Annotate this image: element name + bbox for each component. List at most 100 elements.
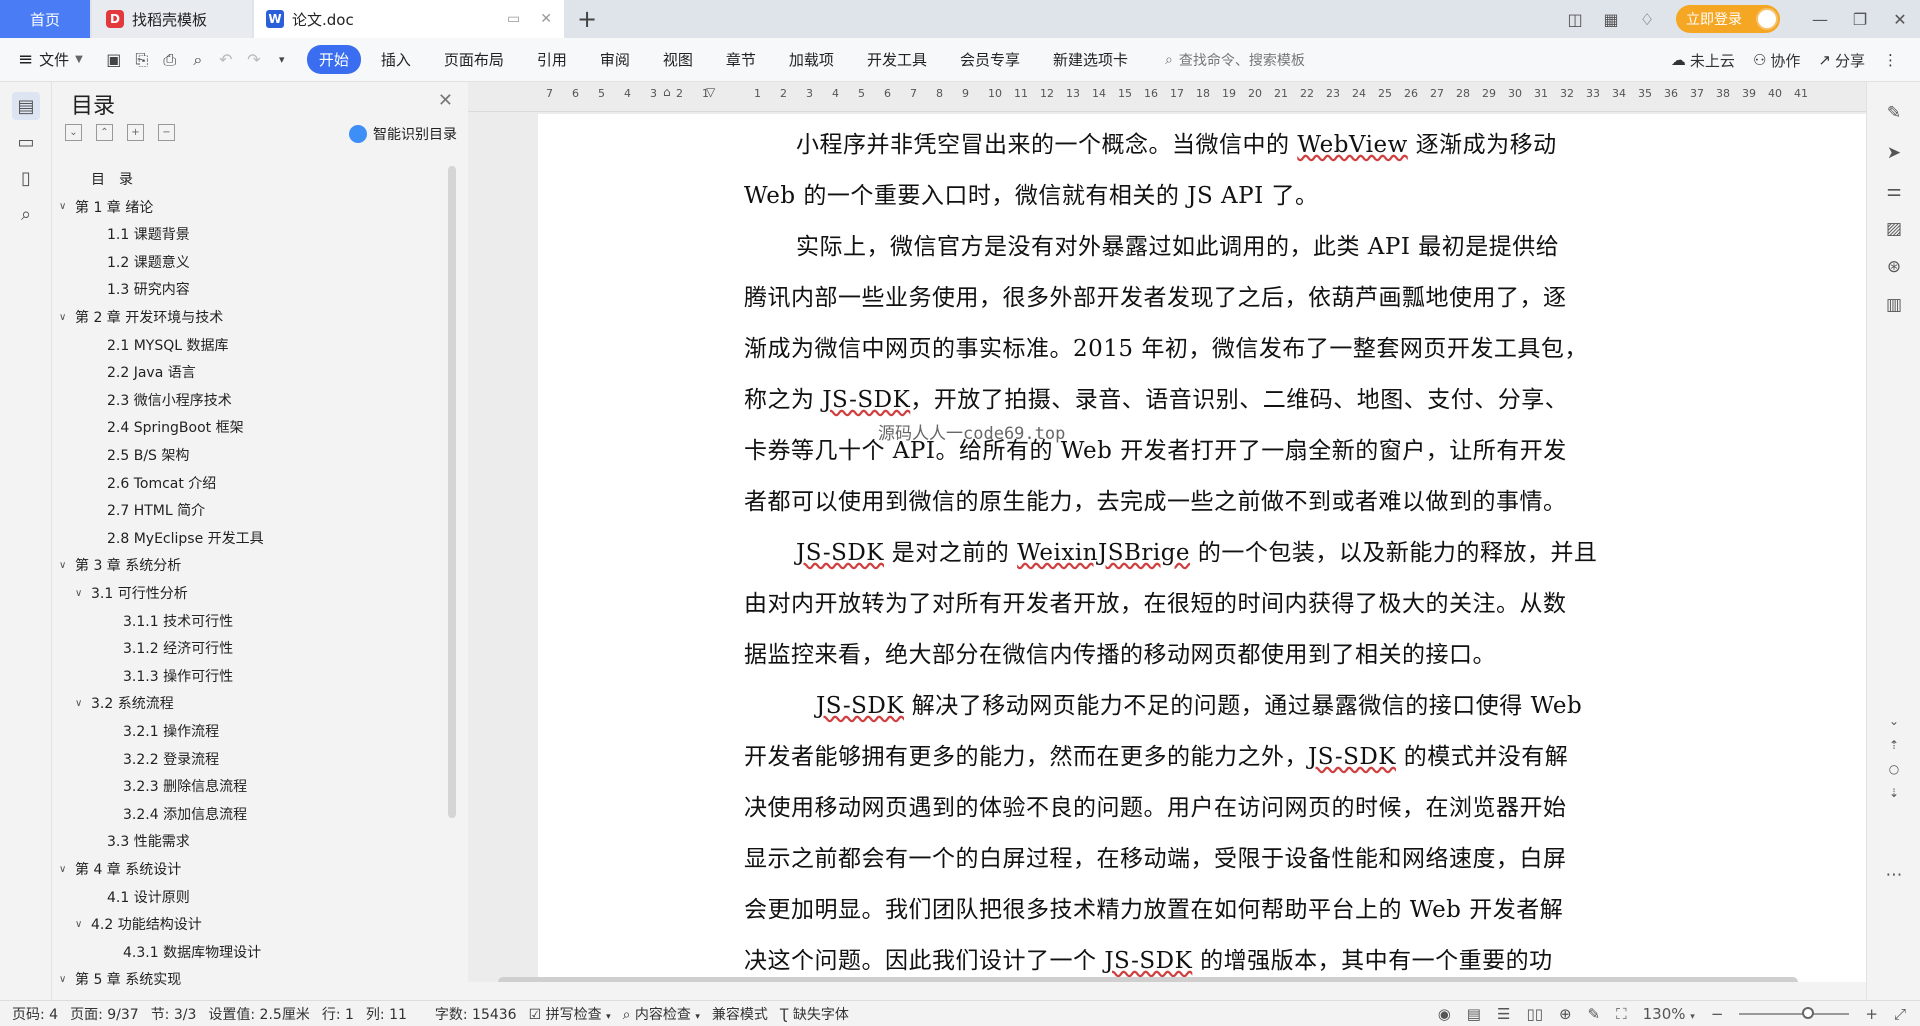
toc-item[interactable]: 1.3 研究内容 <box>107 276 190 302</box>
save-icon[interactable]: ▣ <box>105 50 123 69</box>
cursor-icon[interactable]: ➤ <box>1881 140 1907 166</box>
toc-item[interactable]: 3.2.4 添加信息流程 <box>123 801 247 827</box>
image-tool-icon[interactable]: ▨ <box>1881 216 1907 242</box>
toc-item[interactable]: ∨ 4.2 功能结构设计 <box>75 911 202 937</box>
chevron-down-icon[interactable]: ∨ <box>59 560 73 571</box>
restore-icon[interactable]: ❐ <box>1840 0 1880 38</box>
ribbon-tab-references[interactable]: 引用 <box>537 49 567 70</box>
document-page[interactable]: 小程序并非凭空冒出来的一个概念。当微信中的 WebView 逐渐成为移动 Web … <box>538 114 1866 982</box>
command-search-input[interactable]: ⌕ 查找命令、搜索模板 <box>1165 50 1305 70</box>
more-options-icon[interactable]: ⋮ <box>1883 51 1898 69</box>
login-button[interactable]: 立即登录 <box>1676 5 1780 33</box>
toc-scrollbar[interactable] <box>448 166 456 818</box>
missing-font-button[interactable]: Ʈ 缺失字体 <box>780 1004 849 1024</box>
toc-item[interactable]: ∨ 第 2 章 开发环境与技术 <box>59 304 223 330</box>
toc-item[interactable]: 3.1.1 技术可行性 <box>123 608 233 634</box>
ribbon-tab-home[interactable]: 开始 <box>306 45 361 74</box>
reader-icon[interactable]: ▥ <box>1881 292 1907 318</box>
toc-item[interactable]: 1.1 课题背景 <box>107 221 190 247</box>
spell-check-button[interactable]: ☑ 拼写检查 ▾ <box>529 1004 611 1024</box>
zoom-slider[interactable] <box>1739 1007 1850 1019</box>
tab-close-icon[interactable]: ✕ <box>540 11 552 27</box>
redo-icon[interactable]: ↷ <box>245 50 263 69</box>
scroll-down-icon[interactable]: ⌄ <box>1881 708 1907 734</box>
web-view-icon[interactable]: ⊕ <box>1559 1005 1572 1023</box>
status-page-number[interactable]: 页码: 4 <box>12 1004 58 1024</box>
prev-page-icon[interactable]: ⇡ <box>1881 732 1907 758</box>
add-heading-icon[interactable]: + <box>127 124 144 141</box>
toc-item[interactable]: 3.2.2 登录流程 <box>123 746 219 772</box>
toc-item[interactable]: 2.3 微信小程序技术 <box>107 387 232 413</box>
toc-item[interactable]: ∨ 第 5 章 系统实现 <box>59 966 181 992</box>
outline-view-icon[interactable]: ☰ <box>1497 1005 1510 1023</box>
toc-item[interactable]: 3.1.3 操作可行性 <box>123 663 233 689</box>
select-browse-icon[interactable]: ○ <box>1881 756 1907 782</box>
fit-page-icon[interactable]: ⛶ <box>1616 1005 1627 1023</box>
toc-item[interactable]: ∨ 3.2 系统流程 <box>75 690 174 716</box>
toc-item[interactable]: 2.4 SpringBoot 框架 <box>107 414 244 440</box>
close-icon[interactable]: ✕ <box>438 90 453 111</box>
toc-item[interactable]: 4.1 设计原则 <box>107 884 190 910</box>
toc-item[interactable]: 3.2.1 操作流程 <box>123 718 219 744</box>
toc-item[interactable]: 2.6 Tomcat 介绍 <box>107 470 216 496</box>
status-word-count[interactable]: 字数: 15436 <box>435 1004 517 1024</box>
toc-item[interactable]: 1.2 课题意义 <box>107 249 190 275</box>
ribbon-tab-addins[interactable]: 加载项 <box>789 49 834 70</box>
page-view-icon[interactable]: ▤ <box>1467 1005 1481 1023</box>
collaborate-button[interactable]: ⚇ 协作 <box>1753 50 1800 71</box>
chevron-down-icon[interactable]: ∨ <box>59 974 73 985</box>
ribbon-tab-page-layout[interactable]: 页面布局 <box>444 49 504 70</box>
file-menu[interactable]: ≡ 文件 ▼ <box>18 49 83 70</box>
bookmark-icon[interactable]: ▯ <box>12 164 40 192</box>
ribbon-tab-insert[interactable]: 插入 <box>381 49 411 70</box>
ribbon-tab-developer[interactable]: 开发工具 <box>867 49 927 70</box>
share-button[interactable]: ↗ 分享 <box>1818 50 1865 71</box>
toc-item[interactable]: ∨ 3.1 可行性分析 <box>75 580 188 606</box>
horizontal-scrollbar[interactable] <box>498 977 1798 982</box>
ribbon-tab-new[interactable]: 新建选项卡 <box>1053 49 1128 70</box>
horizontal-ruler[interactable]: ⌂ ▽ 7 6 5 4 3 2 1 1 2 3 4 5 6 7 8 9 10 11 12 13 14 15 16 17 18 19… <box>468 82 1866 112</box>
toc-item[interactable]: 目 录 <box>91 166 133 192</box>
fullscreen-icon[interactable]: ⤢ <box>1894 1005 1906 1023</box>
zoom-slider-knob[interactable] <box>1801 1007 1814 1019</box>
print-icon[interactable]: ⎙ <box>161 50 179 70</box>
smart-toc-button[interactable]: 智能识别目录 <box>349 124 457 144</box>
reading-view-icon[interactable]: ▯▯ <box>1526 1005 1543 1023</box>
layout-switch-icon[interactable]: ◫ <box>1560 4 1590 34</box>
chevron-down-icon[interactable]: ∨ <box>59 864 73 875</box>
toc-item[interactable]: 3.1.2 经济可行性 <box>123 635 233 661</box>
section-nav-icon[interactable]: ▭ <box>12 128 40 156</box>
toc-item[interactable]: 2.2 Java 语言 <box>107 359 196 385</box>
toc-item[interactable]: 3.3 性能需求 <box>107 828 190 854</box>
zoom-in-icon[interactable]: + <box>1865 1005 1878 1023</box>
close-window-icon[interactable]: ✕ <box>1880 0 1920 38</box>
export-pdf-icon[interactable]: ⎘ <box>133 50 151 70</box>
tab-daoke-templates[interactable]: D 找稻壳模板 <box>92 0 252 38</box>
toc-item[interactable]: ∨ 第 4 章 系统设计 <box>59 856 181 882</box>
chevron-down-icon[interactable]: ∨ <box>75 919 89 930</box>
pen-icon[interactable]: ✎ <box>1881 100 1907 126</box>
toc-item[interactable]: 2.1 MYSQL 数据库 <box>107 332 229 358</box>
write-mode-icon[interactable]: ✎ <box>1588 1005 1601 1023</box>
toc-item[interactable]: 4.3.1 数据库物理设计 <box>123 939 261 965</box>
ribbon-tab-member[interactable]: 会员专享 <box>960 49 1020 70</box>
chevron-down-icon[interactable]: ∨ <box>59 312 73 323</box>
eye-protection-icon[interactable]: ◉ <box>1438 1005 1451 1023</box>
indent-marker-icon[interactable]: ⌂ <box>663 85 671 99</box>
zoom-out-icon[interactable]: − <box>1711 1005 1724 1023</box>
compass-icon[interactable]: ⊛ <box>1881 254 1907 280</box>
minimize-icon[interactable]: — <box>1800 0 1840 38</box>
remove-heading-icon[interactable]: − <box>158 124 175 141</box>
content-check-button[interactable]: ⌕ 内容检查 ▾ <box>623 1004 700 1024</box>
ribbon-tab-view[interactable]: 视图 <box>663 49 693 70</box>
toc-item[interactable]: ∨ 第 1 章 绪论 <box>59 194 153 220</box>
toc-item[interactable]: 2.7 HTML 简介 <box>107 497 205 523</box>
ribbon-tab-review[interactable]: 审阅 <box>600 49 630 70</box>
tab-home[interactable]: 首页 <box>0 0 90 38</box>
cloud-status-button[interactable]: ☁ 未上云 <box>1671 50 1735 71</box>
quick-access-more-icon[interactable]: ▾ <box>273 53 291 66</box>
new-tab-button[interactable]: + <box>572 4 602 34</box>
toc-item[interactable]: 3.2.3 删除信息流程 <box>123 773 247 799</box>
toc-item[interactable]: 2.8 MyEclipse 开发工具 <box>107 525 264 551</box>
undo-icon[interactable]: ↶ <box>217 50 235 69</box>
